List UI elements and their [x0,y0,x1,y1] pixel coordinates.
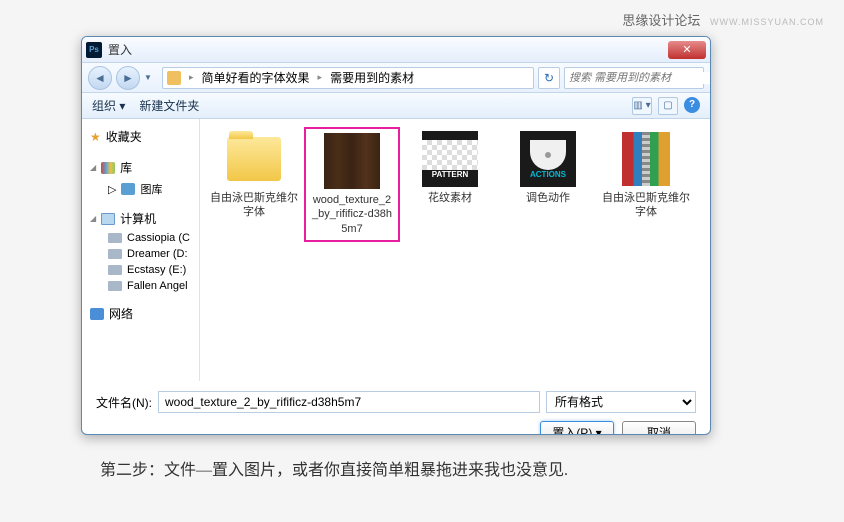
actions-thumbnail: ACTIONS [520,131,576,187]
navbar: ◄ ► ▼ ▸ 简单好看的字体效果 ▸ 需要用到的素材 ↻ 🔍 [82,63,710,93]
toolbar: 组织 ▾ 新建文件夹 ▥ ▾ ▢ ? [82,93,710,119]
sidebar-favorites[interactable]: ★ 收藏夹 [82,125,199,148]
toolbar-right: ▥ ▾ ▢ ? [632,97,700,115]
file-label: 调色动作 [526,191,570,205]
file-item-actions[interactable]: ACTIONS 调色动作 [500,127,596,209]
file-item-pattern[interactable]: PATTERN 花纹素材 [402,127,498,209]
breadcrumb-item[interactable]: 简单好看的字体效果 [198,69,314,86]
collapse-icon: ◢ [90,163,96,172]
computer-icon [101,213,115,225]
preview-toggle[interactable]: ▢ [658,97,678,115]
sidebar-item-drive[interactable]: Cassiopia (C [82,230,199,246]
place-button[interactable]: 置入(P) ▾ [540,421,614,435]
view-menu[interactable]: ▥ ▾ [632,97,652,115]
breadcrumb-item[interactable]: 需要用到的素材 [326,69,418,86]
sidebar-item-drive[interactable]: Ecstasy (E:) [82,262,199,278]
pattern-thumbnail: PATTERN [422,131,478,187]
file-label: 自由泳巴斯克维尔字体 [602,191,690,220]
collapse-icon: ◢ [90,214,96,223]
watermark-main: 思缘设计论坛 [622,13,700,28]
filename-row: 文件名(N): 所有格式 [96,391,696,413]
sidebar-item-drive[interactable]: Fallen Angel [82,278,199,294]
drive-icon [108,281,122,291]
breadcrumb[interactable]: ▸ 简单好看的字体效果 ▸ 需要用到的素材 [162,67,534,89]
filename-label: 文件名(N): [96,394,152,411]
sidebar-library[interactable]: ◢ 库 [82,156,199,179]
help-button[interactable]: ? [684,97,700,113]
watermark-sub: WWW.MISSYUAN.COM [710,17,824,27]
filetype-select[interactable]: 所有格式 [546,391,696,413]
sidebar: ★ 收藏夹 ◢ 库 ▷ 图库 ◢ [82,119,200,381]
images-icon [121,183,135,195]
cancel-button[interactable]: 取消 [622,421,696,435]
file-item-archive[interactable]: 自由泳巴斯克维尔字体 [598,127,694,224]
star-icon: ★ [90,130,101,144]
search-box[interactable]: 🔍 [564,67,704,89]
sidebar-network[interactable]: 网络 [82,302,199,325]
file-item-wood-texture[interactable]: wood_texture_2_by_rifificz-d38h5m7 [304,127,400,242]
drive-label: Cassiopia (C [127,232,190,244]
dialog-title: 置入 [108,41,668,58]
drive-label: Dreamer (D: [127,248,188,260]
drive-icon [108,265,122,275]
sidebar-item-drive[interactable]: Dreamer (D: [82,246,199,262]
content-area: ★ 收藏夹 ◢ 库 ▷ 图库 ◢ [82,119,710,381]
drive-label: Fallen Angel [127,280,188,292]
archive-icon [622,132,670,186]
sidebar-label: 网络 [109,305,133,322]
drive-label: Ecstasy (E:) [127,264,186,276]
sidebar-label: 收藏夹 [106,128,142,145]
network-icon [90,308,104,320]
pattern-text: PATTERN [432,170,469,179]
file-label: 花纹素材 [428,191,472,205]
breadcrumb-sep: ▸ [185,72,198,83]
library-icon [101,162,115,174]
breadcrumb-sep: ▸ [314,72,327,83]
file-list: 自由泳巴斯克维尔字体 wood_texture_2_by_rifificz-d3… [200,119,710,381]
folder-icon [167,71,181,85]
file-label: wood_texture_2_by_rifificz-d38h5m7 [310,193,394,236]
image-thumbnail [324,133,380,189]
tutorial-caption: 第二步：文件—置入图片，或者你直接简单粗暴拖进来我也没意见. [100,456,568,480]
new-folder-button[interactable]: 新建文件夹 [139,97,199,114]
filename-input[interactable] [158,391,540,413]
forward-button[interactable]: ► [116,66,140,90]
folder-icon [227,137,281,181]
app-icon: Ps [86,42,102,58]
refresh-button[interactable]: ↻ [538,67,560,89]
drive-icon [108,249,122,259]
bottom-panel: 文件名(N): 所有格式 置入(P) ▾ 取消 [82,381,710,435]
file-label: 自由泳巴斯克维尔字体 [210,191,298,220]
sidebar-label: 库 [120,159,132,176]
actions-text: ACTIONS [530,170,566,179]
sidebar-item-library-images[interactable]: ▷ 图库 [82,179,199,199]
sidebar-computer[interactable]: ◢ 计算机 [82,207,199,230]
buttons-row: 置入(P) ▾ 取消 [96,421,696,435]
sidebar-label: 图库 [140,181,162,197]
drive-icon [108,233,122,243]
back-button[interactable]: ◄ [88,66,112,90]
watermark: 思缘设计论坛 WWW.MISSYUAN.COM [622,10,824,29]
file-item-folder[interactable]: 自由泳巴斯克维尔字体 [206,127,302,224]
close-button[interactable]: ✕ [668,41,706,59]
expand-icon: ▷ [108,183,116,196]
search-input[interactable] [569,72,711,84]
titlebar: Ps 置入 ✕ [82,37,710,63]
sidebar-label: 计算机 [120,210,156,227]
history-dropdown[interactable]: ▼ [144,73,158,82]
organize-menu[interactable]: 组织 ▾ [92,97,125,114]
place-dialog: Ps 置入 ✕ ◄ ► ▼ ▸ 简单好看的字体效果 ▸ 需要用到的素材 ↻ 🔍 … [81,36,711,435]
